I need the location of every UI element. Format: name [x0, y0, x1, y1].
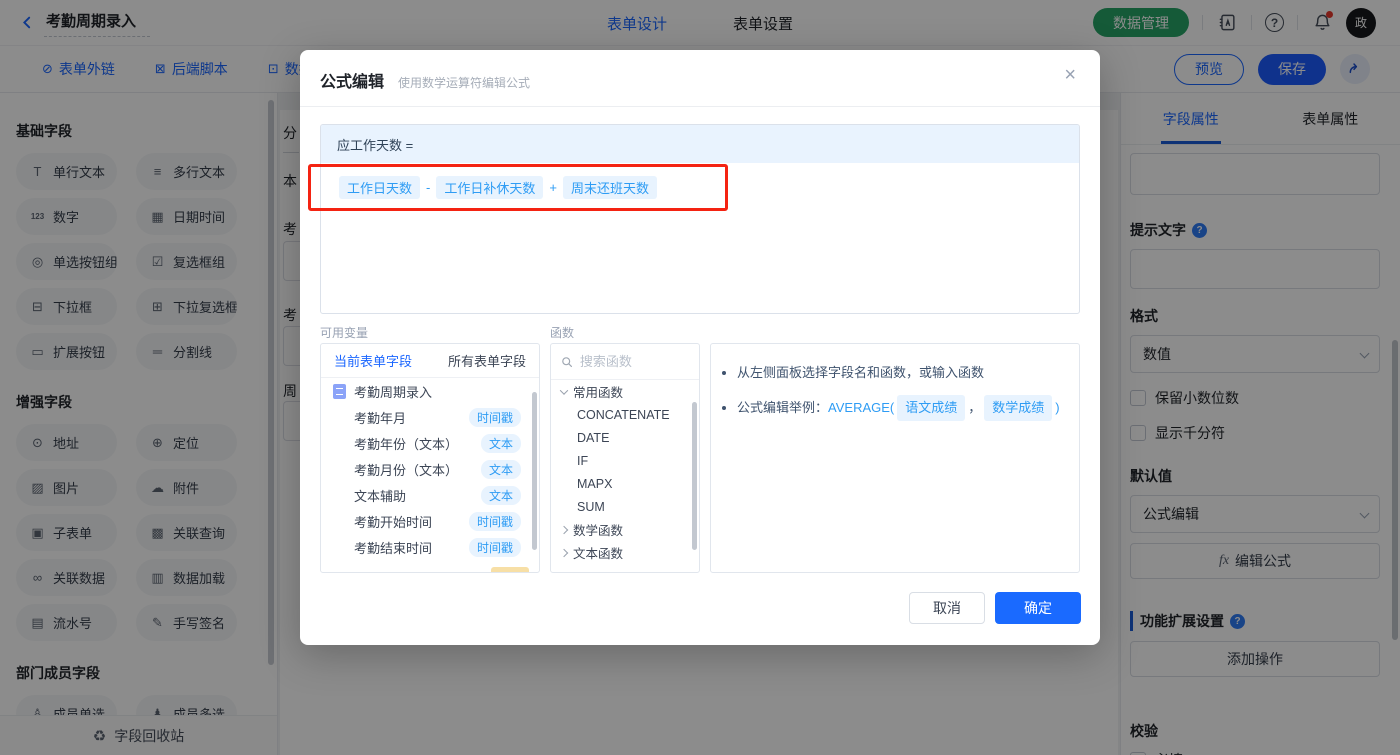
modal-footer: 取消 确定 — [909, 592, 1081, 624]
tab-all-form-fields[interactable]: 所有表单字段 — [448, 351, 526, 370]
group-label: 数学函数 — [573, 524, 624, 538]
functions-scrollbar-thumb[interactable] — [692, 402, 697, 550]
cancel-button[interactable]: 取消 — [909, 592, 985, 624]
function-item[interactable]: IF — [551, 449, 699, 472]
variable-field-row[interactable]: 考勤年月 时间戳 — [321, 404, 539, 430]
plus-operator: + — [549, 180, 557, 195]
example-field-chip: 语文成绩 — [897, 395, 966, 421]
app-window: 考勤周期录入 表单设计 表单设置 数据管理 政 — [0, 0, 1400, 755]
formula-help-panel: 从左侧面板选择字段名和函数，或输入函数 公式编辑举例：AVERAGE(语文成绩，… — [710, 343, 1080, 573]
form-name: 考勤周期录入 — [354, 384, 433, 400]
group-label: 文本函数 — [573, 547, 624, 561]
group-label: 常用函数 — [573, 386, 624, 400]
search-icon — [562, 356, 573, 367]
variables-tabs: 当前表单字段 所有表单字段 — [321, 344, 539, 378]
functions-panel: 常用函数 CONCATENATE DATE IF MAPX SUM 数学函数 文… — [550, 343, 700, 573]
chevron-right-icon — [559, 548, 569, 557]
help-list: 从左侧面板选择字段名和函数，或输入函数 公式编辑举例：AVERAGE(语文成绩，… — [737, 362, 1079, 421]
field-type-badge: 文本 — [480, 485, 521, 505]
formula-field-chip[interactable]: 工作日天数 — [339, 176, 421, 199]
field-type-badge: 文本 — [480, 459, 521, 479]
function-item[interactable]: MAPX — [551, 472, 699, 495]
close-icon[interactable]: × — [1064, 65, 1076, 85]
function-group-text[interactable]: 文本函数 — [551, 541, 699, 564]
example-separator: ， — [968, 400, 982, 416]
function-item[interactable]: SUM — [551, 495, 699, 518]
formula-target-bar: 应工作天数 = — [321, 125, 1079, 163]
example-close-paren: ) — [1055, 400, 1060, 416]
example-field-chip: 数学成绩 — [984, 395, 1053, 421]
function-group-math[interactable]: 数学函数 — [551, 518, 699, 541]
field-name: 考勤结束时间 — [354, 540, 433, 556]
help-bullet: 从左侧面板选择字段名和函数，或输入函数 — [737, 362, 1079, 383]
field-type-badge: 时间戳 — [468, 511, 521, 531]
variables-panel: 当前表单字段 所有表单字段 考勤周期录入 考勤年月 时间戳 考勤年份（文本） 文本 … — [320, 343, 540, 573]
function-group-common[interactable]: 常用函数 — [551, 380, 699, 403]
modal-subtitle: 使用数学运算符编辑公式 — [398, 76, 531, 90]
variables-form-node[interactable]: 考勤周期录入 — [321, 378, 539, 404]
function-search-box[interactable] — [551, 344, 699, 380]
chevron-right-icon — [559, 525, 569, 534]
help-bullet: 公式编辑举例：AVERAGE(语文成绩，数学成绩) — [737, 395, 1079, 421]
help-text: 公式编辑举例： — [737, 400, 829, 416]
variable-field-row[interactable]: 考勤开始时间 时间戳 — [321, 508, 539, 534]
field-type-badge: 时间戳 — [468, 407, 521, 427]
field-name: 考勤年份（文本） — [354, 436, 459, 452]
modal-header: 公式编辑 使用数学运算符编辑公式 — [300, 50, 1100, 107]
formula-editor-area: 应工作天数 = 工作日天数 - 工作日补休天数 + 周末还班天数 — [320, 124, 1080, 314]
functions-panel-label: 函数 — [550, 326, 575, 340]
confirm-button[interactable]: 确定 — [995, 592, 1081, 624]
variable-field-row[interactable]: 考勤结束时间 时间戳 — [321, 534, 539, 560]
variable-field-row[interactable]: 考勤月份（文本） 文本 — [321, 456, 539, 482]
function-item[interactable]: CONCATENATE — [551, 403, 699, 426]
field-name: 考勤年月 — [354, 410, 407, 426]
field-name: 考勤开始时间 — [354, 514, 433, 530]
variable-field-row[interactable]: 考勤年份（文本） 文本 — [321, 430, 539, 456]
variables-scrollbar-thumb[interactable] — [532, 392, 537, 550]
field-name: 考勤月份（文本） — [354, 462, 459, 478]
form-doc-icon — [333, 383, 346, 399]
chevron-down-icon — [559, 385, 569, 395]
variable-field-row[interactable]: 文本辅助 文本 — [321, 482, 539, 508]
minus-operator: - — [426, 180, 431, 195]
formula-expression-input[interactable]: 工作日天数 - 工作日补休天数 + 周末还班天数 — [321, 163, 1079, 212]
field-name: 文本辅助 — [354, 488, 407, 504]
function-search-input[interactable] — [579, 354, 689, 369]
variables-panel-label: 可用变量 — [320, 326, 369, 340]
field-type-badge: 文本 — [480, 433, 521, 453]
tab-current-form-fields[interactable]: 当前表单字段 — [334, 351, 412, 370]
example-function: AVERAGE( — [828, 400, 895, 416]
formula-field-chip[interactable]: 工作日补休天数 — [436, 176, 544, 199]
clipped-number-badge — [491, 567, 529, 572]
help-text: 从左侧面板选择字段名和函数，或输入函数 — [737, 365, 985, 380]
function-item[interactable]: DATE — [551, 426, 699, 449]
formula-field-chip[interactable]: 周末还班天数 — [562, 176, 657, 199]
formula-editor-modal: 公式编辑 使用数学运算符编辑公式 × 应工作天数 = 工作日天数 - 工作日补休… — [300, 50, 1100, 645]
field-type-badge: 时间戳 — [468, 537, 521, 557]
modal-title: 公式编辑 — [320, 74, 385, 91]
